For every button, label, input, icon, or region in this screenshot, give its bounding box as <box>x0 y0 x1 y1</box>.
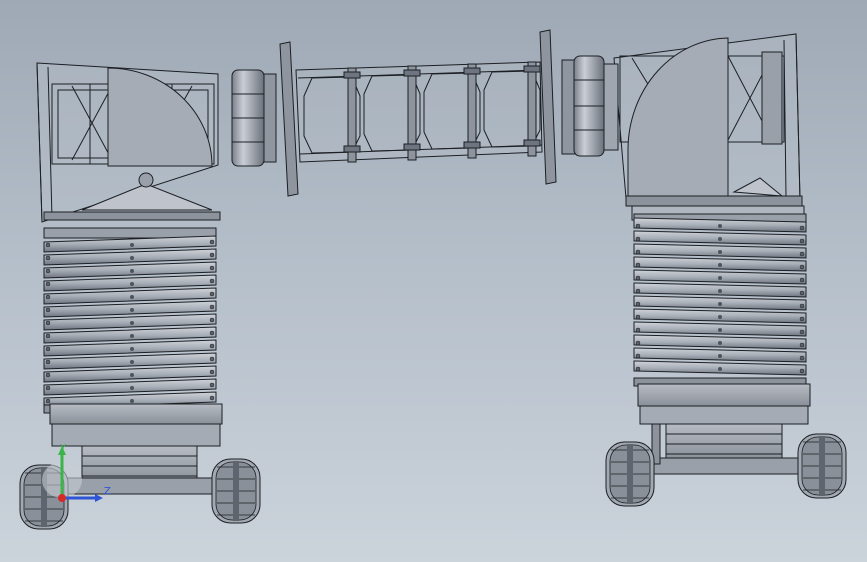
machine-model: Y Z <box>19 29 847 530</box>
y-axis-label: Y <box>59 443 67 454</box>
right-coupling <box>561 55 619 157</box>
bridge-assembly <box>231 29 619 197</box>
wheel <box>605 441 655 507</box>
left-scissor-stack <box>43 227 217 414</box>
wheel <box>797 433 847 499</box>
wheel <box>211 458 261 524</box>
right-tower <box>613 33 821 475</box>
left-tower <box>36 62 231 495</box>
right-bridge-plate <box>539 29 557 185</box>
cad-viewport[interactable]: Y Z <box>0 0 867 562</box>
x-axis-dot <box>58 494 66 502</box>
z-axis-label: Z <box>104 486 111 497</box>
left-bridge-plate <box>279 41 299 197</box>
right-lower-housing <box>637 383 811 461</box>
right-scissor-stack <box>633 213 807 387</box>
left-coupling <box>231 69 277 167</box>
left-axle <box>59 477 231 495</box>
